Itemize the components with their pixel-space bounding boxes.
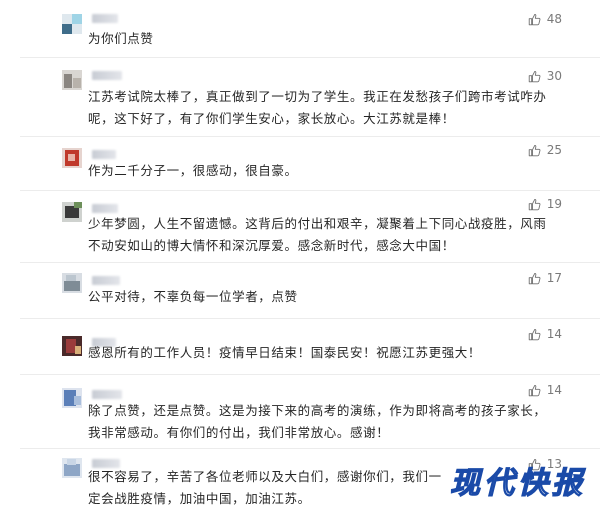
username[interactable] (92, 204, 118, 213)
thumbs-up-icon (528, 384, 541, 396)
avatar[interactable] (62, 273, 82, 293)
username[interactable] (92, 150, 116, 159)
divider (20, 448, 600, 449)
divider (20, 262, 600, 263)
thumbs-up-icon (528, 198, 541, 210)
like-button[interactable]: 48 (514, 11, 562, 27)
like-button[interactable]: 14 (514, 326, 562, 342)
avatar[interactable] (62, 202, 82, 222)
divider (20, 190, 600, 191)
avatar[interactable] (62, 388, 82, 408)
username[interactable] (92, 14, 118, 23)
divider (20, 374, 600, 375)
like-count: 14 (546, 327, 562, 341)
comment-text: 少年梦圆，人生不留遗憾。这背后的付出和艰辛，凝聚着上下同心战疫胜，风雨不动安如山… (88, 216, 547, 253)
thumbs-up-icon (528, 144, 541, 156)
thumbs-up-icon (528, 328, 541, 340)
divider (20, 318, 600, 319)
comment-text: 作为二千分子一，很感动，很自豪。 (88, 163, 298, 178)
comment-text: 江苏考试院太棒了，真正做到了一切为了学生。我正在发愁孩子们跨市考试咋办呢，这下好… (88, 89, 547, 126)
watermark-logo: 现代快报 (449, 465, 586, 501)
avatar[interactable] (62, 336, 82, 356)
username[interactable] (92, 390, 122, 399)
thumbs-up-icon (528, 70, 541, 82)
like-count: 30 (546, 69, 562, 83)
like-button[interactable]: 17 (514, 270, 562, 286)
like-button[interactable]: 14 (514, 382, 562, 398)
like-count: 19 (546, 197, 562, 211)
comment-text: 除了点赞，还是点赞。这是为接下来的高考的演练，作为即将高考的孩子家长，我非常感动… (88, 403, 547, 440)
avatar[interactable] (62, 148, 82, 168)
thumbs-up-icon (528, 13, 541, 25)
like-count: 17 (546, 271, 562, 285)
divider (20, 136, 600, 137)
like-button[interactable]: 25 (514, 142, 562, 158)
divider (20, 57, 600, 58)
username[interactable] (92, 276, 120, 285)
like-count: 48 (546, 12, 562, 26)
comment-text: 感恩所有的工作人员！疫情早日结束！国泰民安！祝愿江苏更强大！ (88, 345, 482, 360)
avatar[interactable] (62, 70, 82, 90)
comment-text: 很不容易了，辛苦了各位老师以及大白们，感谢你们，我们一定会战胜疫情，加油中国，加… (88, 469, 442, 506)
like-button[interactable]: 30 (514, 68, 562, 84)
avatar[interactable] (62, 14, 82, 34)
comment-text: 公平对待，不辜负每一位学者，点赞 (88, 289, 298, 304)
like-count: 14 (546, 383, 562, 397)
like-button[interactable]: 19 (514, 196, 562, 212)
comment-text: 为你们点赞 (88, 31, 154, 46)
like-count: 25 (546, 143, 562, 157)
username[interactable] (92, 71, 122, 80)
thumbs-up-icon (528, 272, 541, 284)
avatar[interactable] (62, 458, 82, 478)
